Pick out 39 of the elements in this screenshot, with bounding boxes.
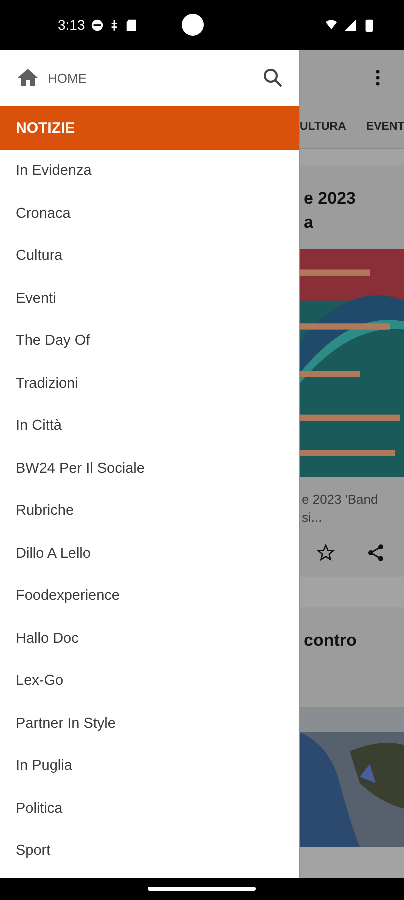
drawer-item[interactable]: Eventi [0,278,299,320]
camera-hole [182,14,204,36]
drawer-item[interactable]: Dillo A Lello [0,532,299,575]
article-excerpt: si... [302,509,324,527]
drawer-item[interactable]: In Evidenza [0,150,299,192]
drawer-item[interactable]: Politica [0,788,299,830]
share-icon[interactable] [366,543,386,563]
drawer-item[interactable]: Cultura [0,235,299,278]
drawer-item[interactable]: Tradizioni [0,362,299,405]
drawer-item[interactable]: Hallo Doc [0,618,299,660]
wifi-icon [325,18,338,32]
drawer-item[interactable]: Lex-Go [0,660,299,702]
drawer-item[interactable]: Cronaca [0,192,299,235]
search-icon[interactable] [261,66,285,90]
section-header[interactable]: NOTIZIE [0,106,299,150]
more-icon[interactable] [376,70,380,86]
dnd-icon [91,18,104,32]
signal-icon [344,18,357,32]
drawer-item[interactable]: BW24 Per Il Sociale [0,448,299,490]
article-title: contro [304,630,358,652]
drawer-item[interactable]: In Città [0,405,299,448]
status-time: 3:13 [58,17,86,33]
article-title: a [304,212,314,234]
article-card[interactable]: e 2023 a e 2023 'Band si... [300,165,404,577]
article-card[interactable]: contro [300,607,404,847]
drawer-item[interactable]: Sport [0,830,299,872]
home-handle[interactable] [148,887,256,891]
article-title: e 2023 [304,188,357,210]
sd-card-icon [125,18,138,32]
home-link[interactable]: HOME [48,70,87,86]
article-excerpt: e 2023 'Band [302,491,380,509]
category-tab[interactable]: ULTURA [300,121,346,133]
drawer-item[interactable]: The Day Of [0,320,299,362]
drawer-item[interactable]: Foodexperience [0,575,299,618]
battery-icon [363,18,376,32]
drawer-item[interactable]: Partner In Style [0,702,299,745]
star-icon[interactable] [316,543,336,563]
drawer-item[interactable]: In Puglia [0,745,299,788]
drawer-item[interactable]: Rubriche [0,490,299,532]
